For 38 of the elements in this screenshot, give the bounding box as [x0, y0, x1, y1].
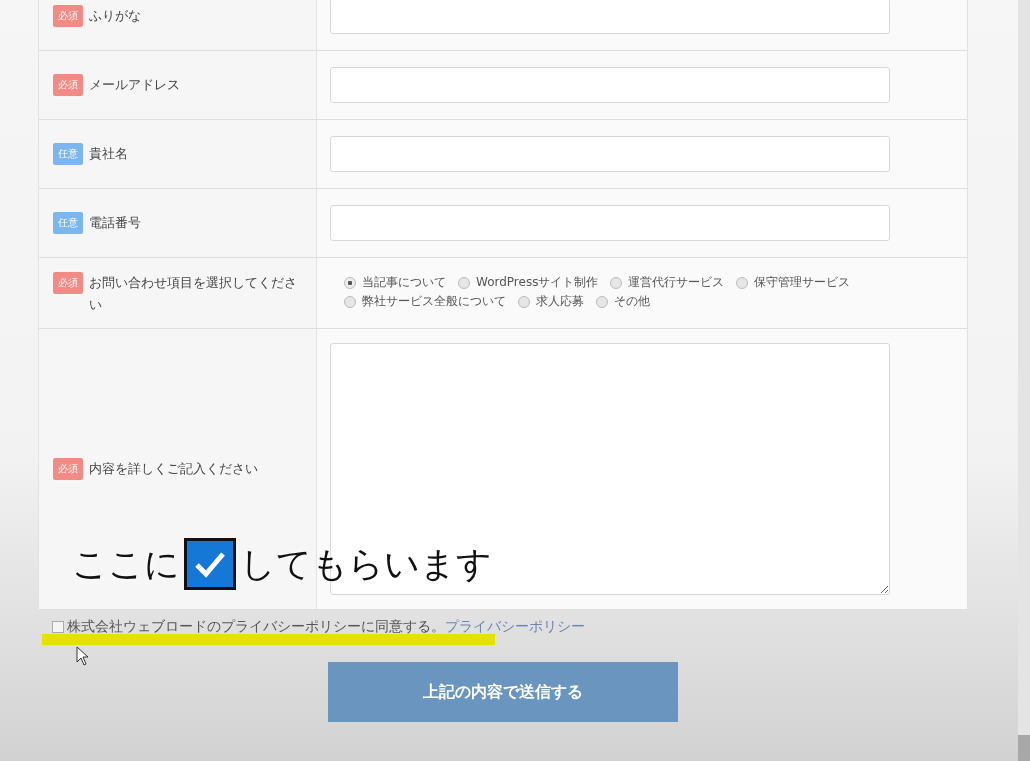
required-badge: 必須 — [53, 74, 83, 96]
radio-icon[interactable] — [458, 276, 470, 289]
radio-icon[interactable] — [518, 295, 530, 308]
radio-icon[interactable] — [344, 276, 356, 289]
radio-icon[interactable] — [736, 276, 749, 289]
field-label: お問い合わせ項目を選択してください — [89, 274, 298, 314]
radio-icon[interactable] — [610, 276, 623, 289]
radio-icon[interactable] — [344, 295, 356, 308]
input-field[interactable] — [330, 0, 890, 34]
required-badge: 任意 — [53, 212, 83, 234]
caption-text: ここに — [72, 542, 180, 586]
radio-option[interactable]: その他 — [596, 293, 650, 310]
scrollbar[interactable] — [1018, 0, 1030, 761]
checkbox-icon — [184, 538, 236, 590]
radio-option[interactable]: 弊社サービス全般について — [344, 293, 506, 310]
radio-option[interactable]: 求人応募 — [518, 293, 584, 310]
consent-checkbox[interactable] — [52, 621, 64, 633]
scrollbar-thumb[interactable] — [1018, 735, 1030, 761]
radio-option[interactable]: 当記事について — [344, 274, 446, 291]
radio-option[interactable]: WordPressサイト制作 — [458, 274, 599, 291]
radio-option[interactable]: 保守管理サービス — [736, 274, 851, 291]
required-badge: 任意 — [53, 143, 83, 165]
field-label: ふりがな — [89, 7, 141, 25]
required-badge: 必須 — [53, 5, 83, 27]
radio-option[interactable]: 運営代行サービス — [610, 274, 725, 291]
cursor-icon — [76, 646, 90, 666]
input-field[interactable] — [330, 205, 890, 241]
input-field[interactable] — [330, 67, 890, 103]
field-label: メールアドレス — [89, 76, 180, 94]
input-field[interactable] — [330, 136, 890, 172]
caption-text: してもらいます — [240, 542, 492, 586]
field-label: 内容を詳しくご記入ください — [89, 460, 258, 478]
required-badge: 必須 — [53, 272, 83, 294]
consent-text: 株式会社ウェブロードのプライバシーポリシーに同意する。 — [67, 618, 445, 636]
required-badge: 必須 — [53, 458, 83, 480]
field-label: 貴社名 — [89, 145, 128, 163]
radio-icon[interactable] — [596, 295, 608, 308]
field-label: 電話番号 — [89, 214, 141, 232]
